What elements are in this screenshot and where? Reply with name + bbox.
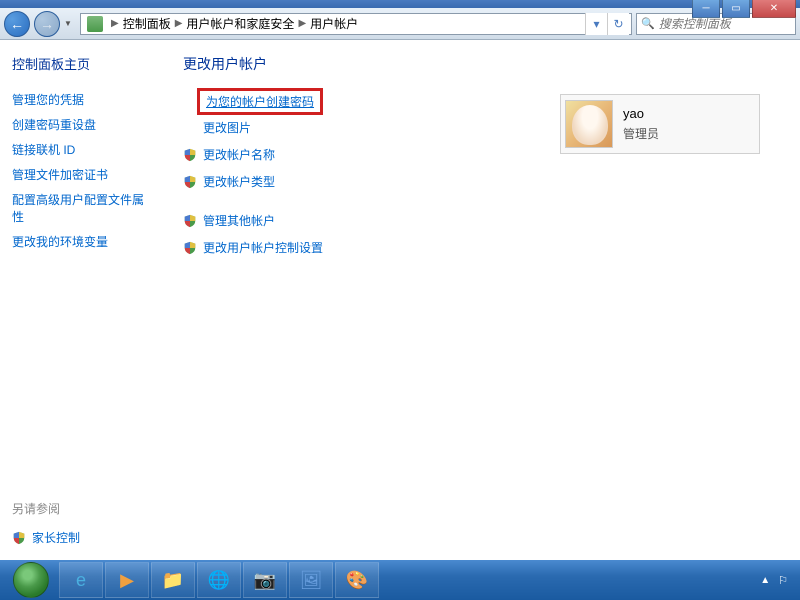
system-tray: ▲ ⚐ (760, 574, 796, 587)
sidebar-link-env-vars[interactable]: 更改我的环境变量 (8, 229, 154, 254)
shield-icon (183, 148, 197, 162)
breadcrumb-dropdown-button[interactable]: ▾ (585, 13, 607, 35)
chevron-right-icon: ▶ (175, 18, 183, 29)
taskbar-item-ie[interactable]: e (59, 562, 103, 598)
avatar (565, 100, 613, 148)
close-button[interactable]: ✕ (752, 0, 796, 18)
back-button[interactable]: ← (4, 11, 30, 37)
folder-icon: 📁 (162, 570, 184, 591)
palette-icon: 🎨 (346, 570, 368, 591)
taskbar-item-camera[interactable]: 📷 (243, 562, 287, 598)
uac-label: 更改用户帐户控制设置 (203, 239, 323, 256)
control-panel-icon (87, 16, 103, 32)
watermark-line2: jiaocheng.chazidian.com (684, 547, 794, 558)
taskbar: e ▶ 📁 🌐 📷 🖼 🎨 ▲ ⚐ (0, 560, 800, 600)
user-card: yao 管理员 (560, 94, 760, 154)
user-role: 管理员 (623, 125, 659, 142)
address-bar: ← → ▼ ▶ 控制面板 ▶ 用户帐户和家庭安全 ▶ 用户帐户 ▾ ↻ 🔍 (0, 8, 800, 40)
highlighted-box: 为您的帐户创建密码 (197, 88, 323, 115)
chevron-right-icon: ▶ (111, 18, 119, 29)
link-uac-settings[interactable]: 更改用户帐户控制设置 (183, 235, 780, 260)
shield-icon (183, 241, 197, 255)
breadcrumb[interactable]: ▶ 控制面板 ▶ 用户帐户和家庭安全 ▶ 用户帐户 ▾ ↻ (80, 13, 632, 35)
sidebar-link-online-id[interactable]: 链接联机 ID (8, 137, 154, 162)
shield-icon (183, 214, 197, 228)
maximize-button[interactable]: ▭ (722, 0, 750, 18)
user-info: yao 管理员 (623, 106, 659, 142)
windows-orb-icon (13, 562, 49, 598)
parental-label: 家长控制 (32, 529, 80, 546)
shield-icon (183, 175, 197, 189)
sidebar-link-profiles[interactable]: 配置高级用户配置文件属性 (8, 187, 154, 229)
breadcrumb-leaf[interactable]: 用户帐户 (310, 15, 358, 32)
change-type-label: 更改帐户类型 (203, 173, 275, 190)
change-name-label: 更改帐户名称 (203, 146, 275, 163)
refresh-button[interactable]: ↻ (607, 13, 629, 35)
taskbar-item-explorer[interactable]: 📁 (151, 562, 195, 598)
content-heading: 更改用户帐户 (183, 54, 780, 74)
titlebar: ─ ▭ ✕ (0, 0, 800, 8)
user-name: yao (623, 106, 659, 121)
manage-other-label: 管理其他帐户 (203, 212, 275, 229)
watermark-line1: 李字典 教程网 (684, 532, 794, 547)
photo-icon: 🖼 (300, 570, 323, 591)
window-controls: ─ ▭ ✕ (692, 0, 796, 18)
sidebar-heading: 控制面板主页 (8, 54, 154, 73)
taskbar-item-paint[interactable]: 🎨 (335, 562, 379, 598)
sidebar: 控制面板主页 管理您的凭据 创建密码重设盘 链接联机 ID 管理文件加密证书 配… (0, 40, 162, 560)
sidebar-link-reset-disk[interactable]: 创建密码重设盘 (8, 112, 154, 137)
tray-overflow-button[interactable]: ▲ (760, 575, 770, 586)
sidebar-bottom: 另请参阅 家长控制 (8, 500, 158, 550)
link-create-password[interactable]: 为您的帐户创建密码 (206, 95, 314, 109)
breadcrumb-mid[interactable]: 用户帐户和家庭安全 (186, 15, 294, 32)
flag-icon[interactable]: ⚐ (778, 574, 788, 587)
shield-icon (12, 531, 26, 545)
globe-icon: 🌐 (208, 570, 230, 591)
breadcrumb-root[interactable]: 控制面板 (123, 15, 171, 32)
link-change-type[interactable]: 更改帐户类型 (183, 169, 780, 194)
sidebar-link-parental[interactable]: 家长控制 (8, 525, 158, 550)
ie-icon: e (76, 570, 86, 591)
camera-icon: 📷 (254, 570, 276, 591)
forward-button[interactable]: → (34, 11, 60, 37)
start-button[interactable] (4, 561, 58, 599)
taskbar-item-media[interactable]: ▶ (105, 562, 149, 598)
minimize-button[interactable]: ─ (692, 0, 720, 18)
sidebar-link-certificates[interactable]: 管理文件加密证书 (8, 162, 154, 187)
sidebar-link-credentials[interactable]: 管理您的凭据 (8, 87, 154, 112)
history-dropdown[interactable]: ▼ (64, 19, 76, 28)
search-input[interactable] (659, 17, 791, 31)
link-manage-other[interactable]: 管理其他帐户 (183, 208, 780, 233)
taskbar-item-photos[interactable]: 🖼 (289, 562, 333, 598)
taskbar-item-browser[interactable]: 🌐 (197, 562, 241, 598)
see-also-heading: 另请参阅 (8, 500, 158, 517)
media-icon: ▶ (120, 570, 134, 591)
chevron-right-icon: ▶ (298, 18, 306, 29)
search-icon: 🔍 (641, 17, 655, 30)
watermark: 李字典 教程网 jiaocheng.chazidian.com (684, 532, 794, 558)
